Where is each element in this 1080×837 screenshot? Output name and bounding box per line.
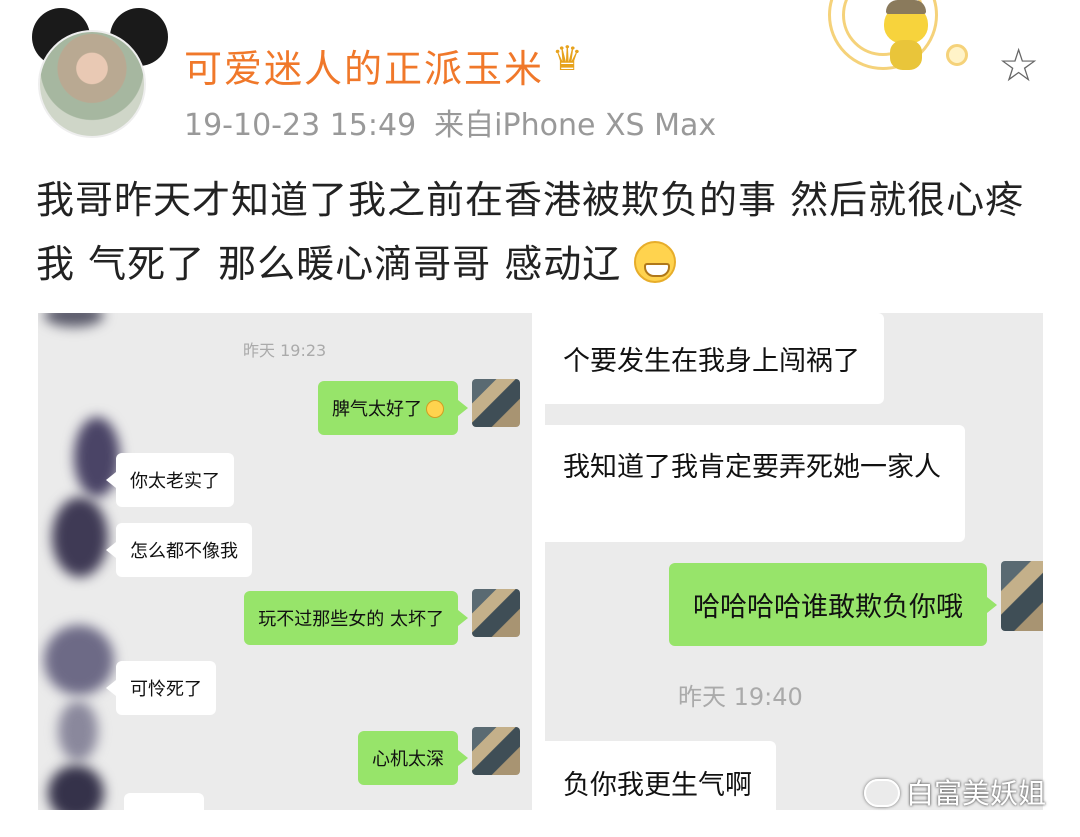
wechat-watermark: 白富美妖姐 [864,772,1046,812]
blurred-avatar [44,313,104,327]
smile-emoji-icon [426,400,444,418]
blurred-avatar [58,701,98,761]
chat-message: 玩不过那些女的 太坏了 [244,591,468,645]
pikachu-decoration-icon [876,0,936,70]
chat-message: 负你我更生气啊 [545,741,776,810]
vip-crown-icon: ♛ [552,39,583,79]
chat-screenshot-right[interactable]: 个要发生在我身上闯祸了 我知道了我肯定要弄死她一家人 哈哈哈哈谁敢欺负你哦 昨天… [545,313,1043,810]
sender-avatar [472,589,520,637]
avatar-photo [38,30,146,138]
post-meta: 19-10-23 15:49 来自iPhone XS Max [184,100,716,144]
chat-message: 脾气太好了 [318,381,468,435]
grin-emoji-icon [634,241,677,283]
chat-timestamp: 昨天 19:23 [243,341,327,360]
star-outline-icon[interactable]: ☆ [998,42,1039,88]
blurred-avatar [44,625,114,695]
chat-message: 怎么都不像我 [106,523,252,577]
chat-message-partial [124,793,204,810]
blurred-avatar [52,497,108,577]
watermark-text: 白富美妖姐 [906,777,1047,810]
chat-message: 心机太深 [358,731,468,785]
chat-message: 你太老实了 [106,453,234,507]
blurred-avatar [48,765,104,810]
chat-message: 个要发生在我身上闯祸了 [545,313,884,404]
post-body: 我哥昨天才知道了我之前在香港被欺负的事 然后就很心疼我 气死了 那么暖心滴哥哥 … [36,168,1046,296]
chat-timestamp: 昨天 19:40 [678,683,803,711]
post-time: 19-10-23 15:49 [184,108,417,143]
post-source: 来自iPhone XS Max [434,108,717,143]
sender-avatar [1001,561,1043,631]
username[interactable]: 可爱迷人的正派玉米 [184,38,544,93]
user-avatar[interactable] [28,8,168,138]
sender-avatar [472,379,520,427]
chat-message: 可怜死了 [106,661,216,715]
chat-message: 我知道了我肯定要弄死她一家人 [545,425,965,542]
post-text: 我哥昨天才知道了我之前在香港被欺负的事 然后就很心疼我 气死了 那么暖心滴哥哥 … [36,178,1025,286]
wechat-icon [864,779,900,807]
chat-screenshot-left[interactable]: 昨天 19:23 脾气太好了 你太老实了 怎么都不像我 玩不过那些女的 太坏了 … [38,313,532,810]
chat-message: 哈哈哈哈谁敢欺负你哦 [669,563,997,646]
sender-avatar [472,727,520,775]
